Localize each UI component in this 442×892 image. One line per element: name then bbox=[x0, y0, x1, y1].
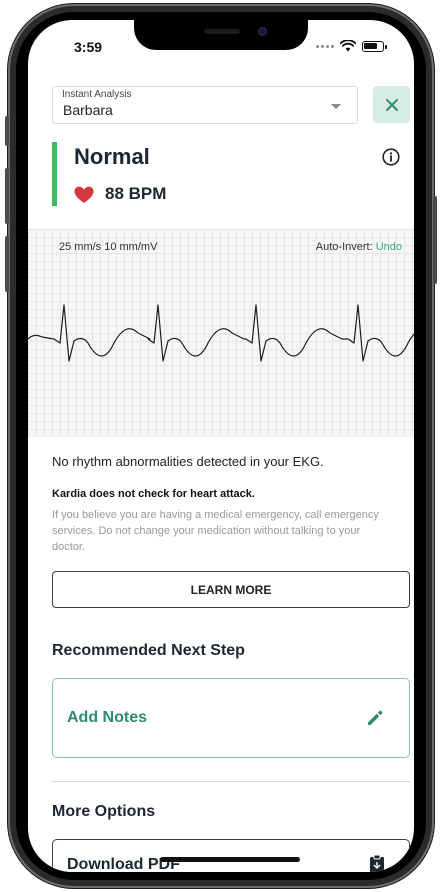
close-icon bbox=[385, 98, 398, 111]
ekg-chart: 25 mm/s 10 mm/mV Auto-Invert: Undo bbox=[28, 229, 414, 437]
learn-more-button[interactable]: LEARN MORE bbox=[52, 571, 410, 608]
status-indicators bbox=[316, 40, 387, 52]
notch bbox=[134, 20, 308, 50]
side-button-volume-down bbox=[5, 236, 9, 292]
clipboard-icon bbox=[370, 854, 384, 872]
ekg-trace bbox=[28, 304, 414, 362]
wifi-icon bbox=[340, 40, 356, 52]
warning-detail: If you believe you are having a medical … bbox=[52, 509, 379, 553]
more-options-heading: More Options bbox=[52, 803, 156, 820]
user-selector[interactable]: Instant Analysis Barbara bbox=[52, 86, 358, 124]
home-indicator bbox=[160, 857, 300, 862]
selector-label: Instant Analysis bbox=[62, 89, 132, 100]
chevron-down-icon bbox=[331, 104, 341, 109]
speaker bbox=[204, 29, 240, 34]
side-button-volume-up bbox=[5, 168, 9, 224]
next-step-heading: Recommended Next Step bbox=[52, 642, 245, 659]
analysis-message: No rhythm abnormalities detected in your… bbox=[52, 454, 324, 469]
close-button[interactable] bbox=[373, 86, 410, 123]
info-icon[interactable] bbox=[382, 148, 400, 166]
result-title: Normal bbox=[74, 144, 150, 169]
add-notes-button[interactable]: Add Notes bbox=[52, 678, 410, 758]
side-button-power bbox=[433, 196, 437, 284]
heart-icon bbox=[74, 186, 94, 203]
result-status-bar bbox=[52, 142, 57, 206]
selector-value: Barbara bbox=[63, 102, 113, 118]
warning-heading: Kardia does not check for heart attack. bbox=[52, 488, 255, 500]
status-time: 3:59 bbox=[74, 39, 103, 55]
download-pdf-button[interactable]: Download PDF bbox=[52, 839, 410, 872]
pencil-icon bbox=[368, 710, 383, 725]
divider bbox=[52, 781, 410, 782]
add-notes-label: Add Notes bbox=[67, 709, 147, 726]
side-button-silent bbox=[5, 116, 9, 146]
battery-icon bbox=[362, 40, 387, 52]
phone-screen: 3:59 Instant Analysis Barbara Normal 88 … bbox=[28, 20, 414, 872]
front-camera bbox=[258, 27, 267, 36]
heart-rate: 88 BPM bbox=[105, 184, 167, 203]
signal-icon bbox=[316, 44, 334, 48]
